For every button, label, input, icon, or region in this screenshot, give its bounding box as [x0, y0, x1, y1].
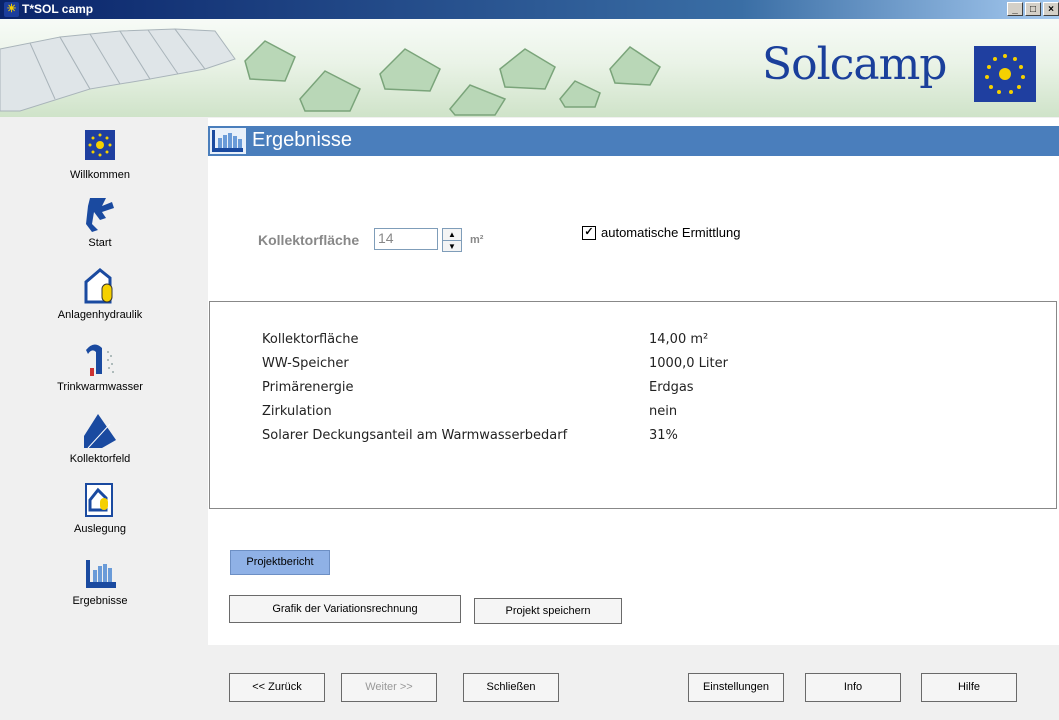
- collector-area-input[interactable]: 14: [374, 228, 438, 250]
- sidebar-item-label: Start: [88, 237, 112, 249]
- close-button[interactable]: Schließen: [463, 673, 559, 702]
- sidebar-item-trinkwarmwasser[interactable]: Trinkwarmwasser: [10, 338, 190, 393]
- sidebar-item-kollektorfeld[interactable]: Kollektorfeld: [10, 410, 190, 465]
- tents-graphic: [244, 40, 661, 116]
- sidebar: Willkommen Start Anlagenhydraulik Trinkw…: [10, 118, 200, 640]
- maximize-button[interactable]: □: [1025, 2, 1041, 16]
- collector-area-label: Kollektorfläche: [258, 232, 360, 248]
- result-label-primary-energy: Primärenergie: [262, 380, 354, 395]
- results-chart-icon: [80, 552, 120, 592]
- sidebar-item-anlagenhydraulik[interactable]: Anlagenhydraulik: [10, 266, 190, 321]
- sidebar-item-willkommen[interactable]: Willkommen: [10, 126, 190, 181]
- app-icon: ☀: [4, 2, 19, 17]
- project-report-button[interactable]: Projektbericht: [230, 550, 330, 575]
- sidebar-item-label: Trinkwarmwasser: [57, 381, 143, 393]
- solcamp-logo: Solcamp: [762, 39, 947, 90]
- variation-chart-button[interactable]: Grafik der Variationsrechnung: [229, 595, 461, 623]
- spin-down-icon[interactable]: ▼: [443, 241, 461, 252]
- house-tank-icon: [80, 266, 120, 306]
- sidebar-item-start[interactable]: Start: [10, 194, 190, 249]
- page-title: Ergebnisse: [252, 129, 353, 151]
- sidebar-item-label: Auslegung: [74, 523, 126, 535]
- auto-determination-label: automatische Ermittlung: [601, 225, 741, 240]
- banner: Solcamp: [0, 19, 1059, 117]
- main-content: Ergebnisse Kollektorfläche 14 ▲ ▼ m² ✓ a…: [208, 118, 1059, 645]
- result-label-solar-fraction: Solarer Deckungsanteil am Warmwasserbeda…: [262, 428, 568, 443]
- result-label-circulation: Zirkulation: [262, 404, 332, 419]
- settings-button[interactable]: Einstellungen: [688, 673, 784, 702]
- sidebar-item-label: Kollektorfeld: [69, 453, 131, 465]
- auto-determination-checkbox[interactable]: ✓: [582, 226, 596, 240]
- minimize-button[interactable]: _: [1007, 2, 1023, 16]
- back-button[interactable]: << Zurück: [229, 673, 325, 702]
- sidebar-item-auslegung[interactable]: Auslegung: [10, 480, 190, 535]
- result-label-storage: WW-Speicher: [262, 356, 349, 371]
- result-value-circulation: nein: [649, 404, 678, 419]
- solar-panels-graphic: [0, 28, 236, 112]
- sidebar-item-ergebnisse[interactable]: Ergebnisse: [10, 552, 190, 607]
- result-value-primary-energy: Erdgas: [649, 380, 694, 395]
- window-titlebar: ☀ T*SOL camp _ □ ×: [0, 0, 1059, 19]
- sidebar-item-label: Willkommen: [70, 169, 130, 181]
- window-title: T*SOL camp: [22, 2, 94, 16]
- next-button[interactable]: Weiter >>: [341, 673, 437, 702]
- shower-icon: [80, 338, 120, 378]
- results-header-icon: [210, 128, 246, 154]
- collector-area-spinner[interactable]: ▲ ▼: [442, 228, 462, 252]
- collector-area-unit: m²: [470, 234, 484, 246]
- eu-logo-icon: [80, 126, 120, 166]
- eu-flag-icon: [974, 46, 1036, 102]
- design-chart-icon: [80, 480, 120, 520]
- result-value-storage: 1000,0 Liter: [649, 356, 728, 371]
- help-button[interactable]: Hilfe: [921, 673, 1017, 702]
- info-button[interactable]: Info: [805, 673, 901, 702]
- spin-up-icon[interactable]: ▲: [443, 229, 461, 241]
- close-window-button[interactable]: ×: [1043, 2, 1059, 16]
- sidebar-item-label: Ergebnisse: [72, 595, 128, 607]
- results-panel: Kollektorfläche 14,00 m² WW-Speicher 100…: [209, 301, 1057, 509]
- runner-icon: [80, 194, 120, 234]
- section-header: Ergebnisse: [208, 126, 1059, 156]
- save-project-button[interactable]: Projekt speichern: [474, 598, 622, 624]
- collector-panel-icon: [80, 410, 120, 450]
- window-controls: _ □ ×: [1005, 2, 1059, 16]
- result-value-collector-area: 14,00 m²: [649, 332, 709, 347]
- result-value-solar-fraction: 31%: [649, 428, 678, 443]
- result-label-collector-area: Kollektorfläche: [262, 332, 359, 347]
- sidebar-item-label: Anlagenhydraulik: [57, 309, 143, 321]
